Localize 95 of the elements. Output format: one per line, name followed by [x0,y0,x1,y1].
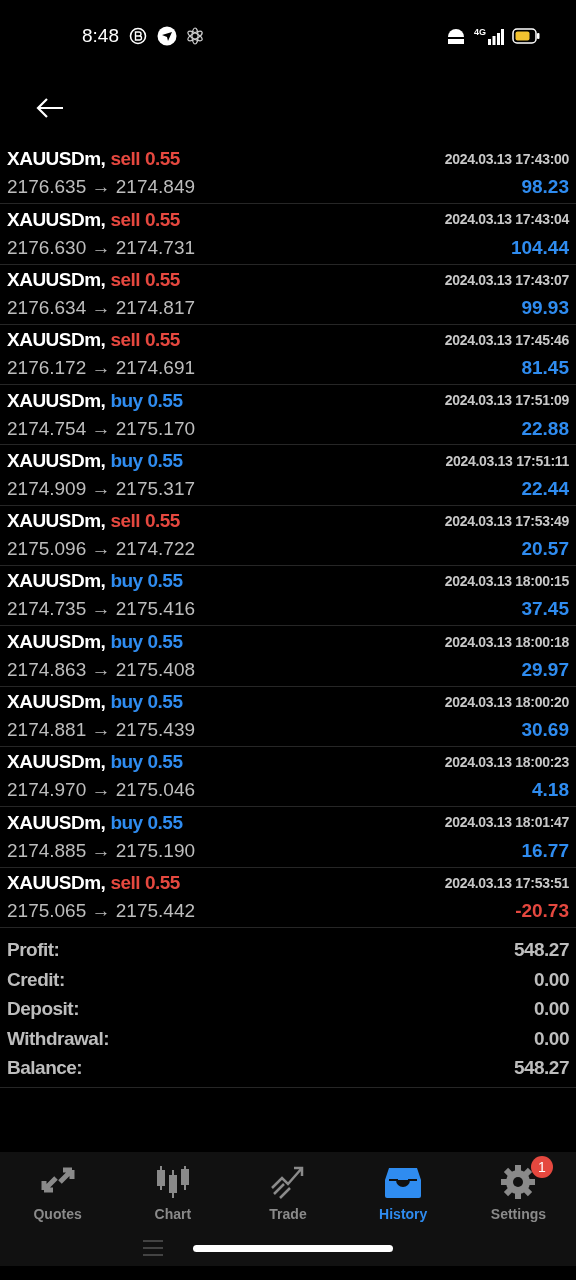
deal-prices: 2176.172 → 2174.691 [7,356,196,381]
deal-profit: 104.44 [510,235,569,260]
deal-row[interactable]: XAUUSDm, sell 0.55 2024.03.13 17:53:51 2175.065 → 2175.442 -20.73 [0,867,576,928]
notification-badge: 1 [530,1156,553,1178]
deal-time: 2024.03.13 17:43:00 [444,150,569,170]
deal-profit: 29.97 [521,657,569,682]
deal-profit: 81.45 [521,356,569,381]
deal-profit: 99.93 [521,296,569,320]
tab[interactable]: Chart [115,1152,231,1230]
deal-prices: 2175.065 → 2175.442 [7,898,196,923]
deal-time: 2024.03.13 18:00:20 [444,692,569,712]
send-icon [157,26,177,46]
deal-prices: 2176.630 → 2174.731 [7,235,196,260]
summary-label: Credit: [7,967,65,992]
summary-value: 548.27 [513,938,569,963]
summary-label: Deposit: [7,997,79,1022]
tab[interactable]: History [345,1152,461,1230]
deal-order: sell 0.55 [110,328,180,353]
deal-time: 2024.03.13 18:00:15 [444,572,569,592]
deal-symbol: XAUUSDm, [7,268,106,292]
deal-profit: 16.77 [521,838,569,863]
deal-time: 2024.03.13 17:53:51 [444,873,569,893]
deal-prices: 2174.909 → 2175.317 [7,476,196,501]
deal-symbol: XAUUSDm, [7,328,106,353]
deal-row[interactable]: XAUUSDm, sell 0.55 2024.03.13 17:43:07 2176.634 → 2174.817 99.93 [0,264,576,325]
deal-symbol: XAUUSDm, [7,810,106,835]
signal-icon [488,28,504,45]
deal-row[interactable]: XAUUSDm, sell 0.55 2024.03.13 17:43:00 2176.635 → 2174.849 98.23 [0,144,576,205]
deal-time: 2024.03.13 17:43:07 [444,270,569,290]
deal-order: sell 0.55 [110,207,180,232]
deal-prices: 2174.754 → 2175.170 [7,416,196,441]
deal-time: 2024.03.13 18:01:47 [444,813,569,833]
deal-time: 2024.03.13 17:51:09 [444,391,569,411]
battery-icon [512,28,540,44]
deal-profit: 30.69 [521,718,569,743]
summary-label: Balance: [7,1056,83,1081]
deal-symbol: XAUUSDm, [7,388,106,413]
deal-symbol: XAUUSDm, [7,448,106,473]
deal-order: buy 0.55 [110,690,183,715]
network-type: 4G [474,27,486,37]
tab[interactable]: Quotes [0,1152,116,1230]
deal-time: 2024.03.13 17:51:11 [445,451,569,471]
deal-symbol: XAUUSDm, [7,629,106,654]
deal-symbol: XAUUSDm, [7,750,106,775]
deal-symbol: XAUUSDm, [7,690,106,715]
deal-order: sell 0.55 [110,147,180,172]
deal-profit: 22.88 [521,416,569,441]
deal-order: sell 0.55 [110,268,180,292]
deal-profit: -20.73 [515,898,569,923]
deal-profit: 98.23 [521,175,569,200]
deal-symbol: XAUUSDm, [7,147,106,172]
deal-time: 2024.03.13 17:43:04 [444,210,569,230]
deal-prices: 2174.881 → 2175.439 [7,718,196,743]
deal-row[interactable]: XAUUSDm, sell 0.55 2024.03.13 17:43:04 2176.630 → 2174.731 104.44 [0,204,576,265]
deal-order: buy 0.55 [110,569,183,594]
deal-row[interactable]: XAUUSDm, buy 0.55 2024.03.13 17:51:11 2174.909 → 2175.317 22.44 [0,445,576,506]
deal-order: sell 0.55 [110,509,180,534]
deal-profit: 4.18 [532,778,569,803]
deal-order: buy 0.55 [110,448,183,473]
summary-label: Withdrawal: [7,1026,109,1051]
deal-order: sell 0.55 [110,870,180,895]
tab[interactable]: Trade [230,1152,346,1230]
deal-prices: 2174.735 → 2175.416 [7,597,196,622]
deal-time: 2024.03.13 17:45:46 [444,331,569,351]
summary-value: 0.00 [534,997,569,1022]
deal-symbol: XAUUSDm, [7,509,106,534]
deal-prices: 2174.970 → 2175.046 [7,778,196,803]
deal-symbol: XAUUSDm, [7,569,106,594]
summary-value: 0.00 [534,1026,569,1051]
deal-time: 2024.03.13 18:00:23 [444,753,569,773]
tab[interactable]: Settings 1 [460,1152,576,1230]
back-button[interactable] [36,97,64,119]
deal-order: buy 0.55 [110,750,183,775]
deal-symbol: XAUUSDm, [7,207,106,232]
deal-prices: 2174.863 → 2175.408 [7,657,196,682]
deal-profit: 22.44 [521,476,569,501]
deal-order: buy 0.55 [110,810,183,835]
deal-symbol: XAUUSDm, [7,870,106,895]
summary-label: Profit: [7,938,60,963]
status-time: 8:48 [82,23,119,48]
atom-icon [187,27,203,45]
summary-value: 0.00 [534,967,569,992]
deal-row[interactable]: XAUUSDm, buy 0.55 2024.03.13 18:01:47 2174.885 → 2175.190 16.77 [0,807,576,868]
deal-prices: 2176.635 → 2174.849 [7,175,196,200]
deal-time: 2024.03.13 17:53:49 [444,511,569,531]
summary-value: 548.27 [513,1056,569,1081]
deal-profit: 20.57 [521,537,569,562]
home-indicator[interactable] [193,1244,393,1252]
deal-prices: 2175.096 → 2174.722 [7,537,196,562]
deal-order: buy 0.55 [110,629,183,654]
deal-time: 2024.03.13 18:00:18 [444,632,569,652]
deal-order: buy 0.55 [110,388,183,413]
deal-prices: 2176.634 → 2174.817 [7,296,196,320]
deal-prices: 2174.885 → 2175.190 [7,838,196,863]
deal-profit: 37.45 [521,597,569,622]
